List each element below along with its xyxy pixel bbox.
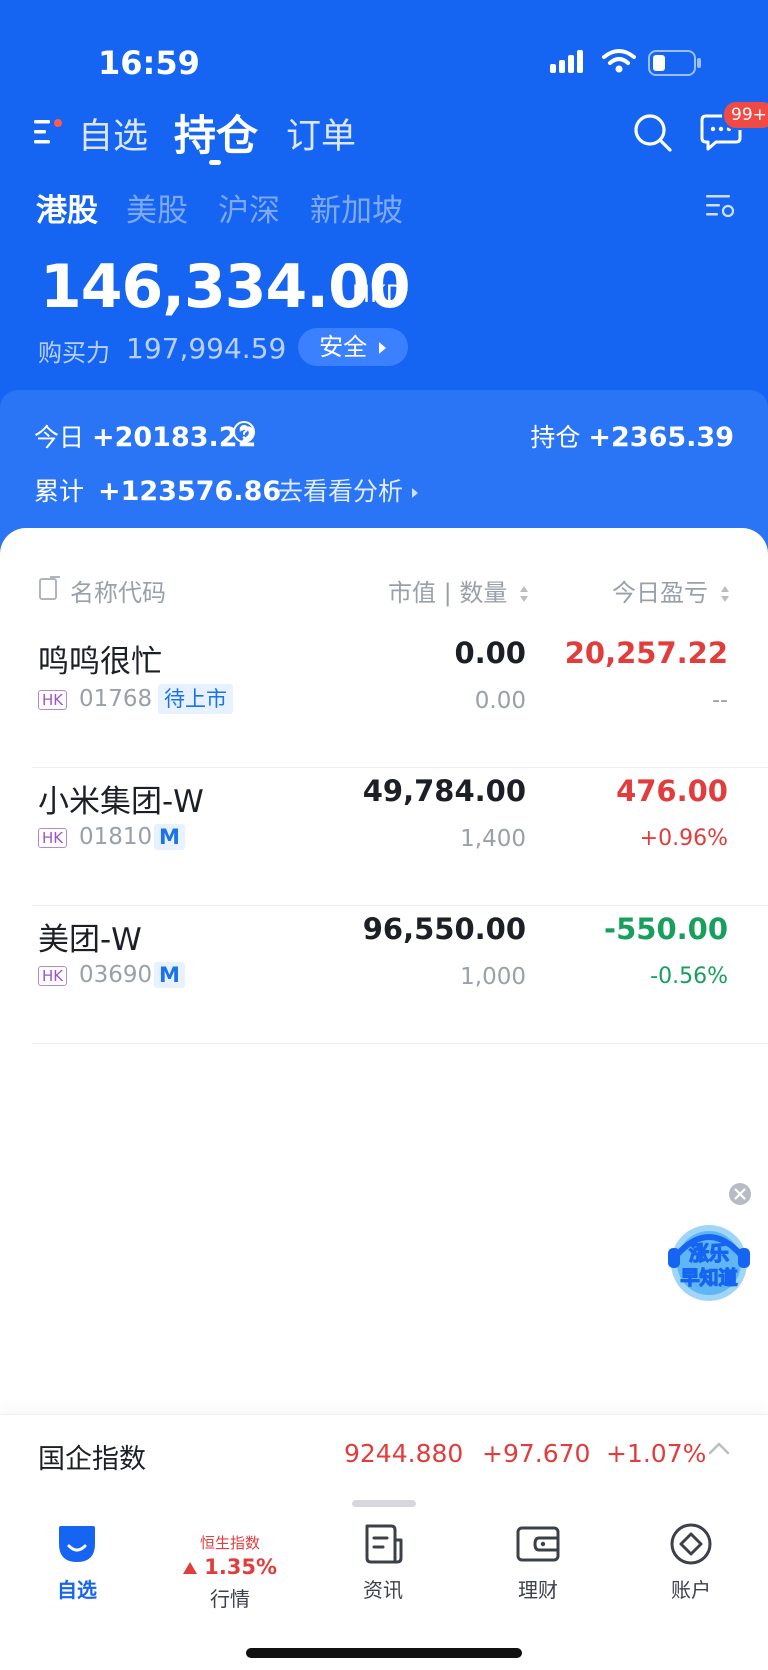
promo-float-button[interactable]: 涨乐 早知道 (666, 1218, 752, 1304)
market-tag: HK (38, 828, 68, 848)
hsi-index-change: 1.35% (204, 1555, 278, 1579)
safety-label: 安全 (319, 333, 368, 361)
promo-line2: 早知道 (680, 1266, 737, 1289)
market-tabs: 港股 美股 沪深 新加坡 (0, 185, 768, 235)
row-divider (32, 1043, 768, 1044)
caret-right-icon (411, 488, 418, 498)
status-bar: 16:59 (0, 36, 768, 86)
buying-power-value: 197,994.59 (126, 332, 287, 365)
tab-orders[interactable]: 订单 (286, 108, 356, 159)
top-nav: 自选 持仓 订单 99+ (0, 100, 768, 170)
today-pnl-percent: -0.56% (650, 964, 728, 989)
tab-wealth-bottom[interactable]: 理财 (478, 1522, 598, 1603)
tab-watchlist[interactable]: 自选 (78, 108, 148, 159)
tab-market-bottom[interactable]: 恒生指数 1.35% 行情 (170, 1528, 290, 1612)
bottom-tab-bar: 自选 恒生指数 1.35% 行情 资讯 理财 账户 (0, 1492, 768, 1670)
cumulative-label: 累计 (34, 477, 85, 506)
quantity: 1,000 (460, 964, 526, 990)
stock-name: 鸣鸣很忙 (38, 644, 162, 680)
index-name: 国企指数 (38, 1444, 146, 1475)
safety-button[interactable]: 安全 (298, 328, 408, 366)
stock-code: 01768 (79, 686, 153, 712)
holding-pnl-value: +2365.39 (588, 422, 734, 453)
market-value: 0.00 (454, 636, 526, 670)
market-tab-hk[interactable]: 港股 (36, 185, 98, 230)
header-pnl-sort[interactable]: 今日盈亏 (612, 573, 730, 608)
news-icon (365, 1524, 403, 1564)
caret-right-icon (378, 342, 386, 354)
status-time: 16:59 (98, 44, 200, 82)
search-icon[interactable] (632, 112, 674, 154)
up-triangle-icon (182, 1562, 197, 1574)
tab-news-bottom[interactable]: 资讯 (323, 1522, 443, 1603)
battery-icon (648, 50, 701, 76)
tab-account-bottom[interactable]: 账户 (631, 1522, 751, 1603)
buying-power-label: 购买力 (38, 339, 110, 367)
tab-watchlist-bottom[interactable]: 自选 (17, 1522, 137, 1603)
quantity: 0.00 (474, 688, 526, 714)
sort-icon (519, 586, 528, 602)
table-row[interactable]: 小米集团-W HK 01810 M 49,784.00 1,400 476.00… (0, 768, 768, 906)
today-label: 今日 (34, 423, 85, 452)
message-badge: 99+ (722, 100, 768, 130)
header-name-code: 名称代码 (70, 579, 166, 607)
filter-list-icon[interactable] (706, 193, 736, 221)
stock-name: 美团-W (38, 922, 142, 958)
table-row[interactable]: 美团-W HK 03690 M 96,550.00 1,000 -550.00 … (0, 906, 768, 1044)
stock-name: 小米集团-W (38, 784, 204, 820)
market-tab-cn[interactable]: 沪深 (218, 185, 280, 230)
cumulative-pnl-value: +123576.86 (97, 476, 282, 507)
table-header: 名称代码 市值 | 数量 今日盈亏 (0, 573, 768, 613)
market-value: 49,784.00 (362, 774, 526, 808)
today-pnl-percent: -- (712, 688, 728, 713)
sort-icon (720, 586, 729, 602)
stock-code: 01810 (79, 824, 153, 850)
today-pnl: 20,257.22 (564, 636, 728, 670)
positions-list: 名称代码 市值 | 数量 今日盈亏 鸣鸣很忙 HK 01768 待上市 0.00… (0, 528, 768, 1408)
tab-positions[interactable]: 持仓 (174, 102, 258, 163)
home-indicator (246, 1648, 522, 1658)
close-icon[interactable] (728, 1182, 752, 1206)
market-value: 96,550.00 (362, 912, 526, 946)
drag-handle[interactable] (352, 1500, 416, 1507)
pending-listing-tag: 待上市 (158, 684, 233, 714)
today-pnl: 476.00 (616, 774, 728, 808)
market-tag: HK (38, 690, 68, 710)
index-change: +97.670 (482, 1439, 591, 1468)
holding-label: 持仓 (530, 423, 581, 452)
analysis-link[interactable]: 去看看分析 (278, 472, 419, 508)
market-tag: HK (38, 966, 68, 986)
wallet-icon (516, 1526, 560, 1562)
edit-column-icon[interactable] (38, 575, 62, 601)
margin-tag: M (154, 824, 185, 850)
today-pnl: -550.00 (604, 912, 728, 946)
market-tab-sg[interactable]: 新加坡 (310, 185, 403, 230)
quantity: 1,400 (460, 826, 526, 852)
margin-tag: M (154, 962, 185, 988)
hsi-index-name: 恒生指数 (199, 1534, 260, 1552)
market-tab-us[interactable]: 美股 (126, 185, 188, 230)
menu-icon[interactable] (34, 118, 64, 146)
index-change-percent: +1.07% (606, 1439, 707, 1468)
stock-code: 03690 (79, 962, 153, 988)
account-icon (670, 1523, 712, 1565)
index-value: 9244.880 (344, 1439, 464, 1468)
watchlist-icon (59, 1526, 95, 1562)
chevron-up-icon[interactable] (708, 1441, 730, 1455)
promo-line1: 涨乐 (689, 1241, 729, 1265)
index-ticker-bar[interactable]: 国企指数 9244.880 +97.670 +1.07% (0, 1414, 768, 1492)
signal-icon (550, 50, 583, 73)
wifi-icon (602, 49, 636, 73)
active-tab-indicator (209, 160, 221, 165)
currency-label: HKD (352, 280, 405, 308)
table-row[interactable]: 鸣鸣很忙 HK 01768 待上市 0.00 0.00 20,257.22 -- (0, 630, 768, 768)
headphone-mascot-icon: 涨乐 早知道 (668, 1225, 750, 1301)
header: 16:59 自选 持仓 订单 99+ 港股 美股 沪深 新加坡 146,334.… (0, 0, 768, 570)
help-icon[interactable] (232, 420, 256, 444)
today-pnl-percent: +0.96% (639, 826, 728, 851)
header-market-value-sort[interactable]: 市值 | 数量 (388, 573, 529, 608)
